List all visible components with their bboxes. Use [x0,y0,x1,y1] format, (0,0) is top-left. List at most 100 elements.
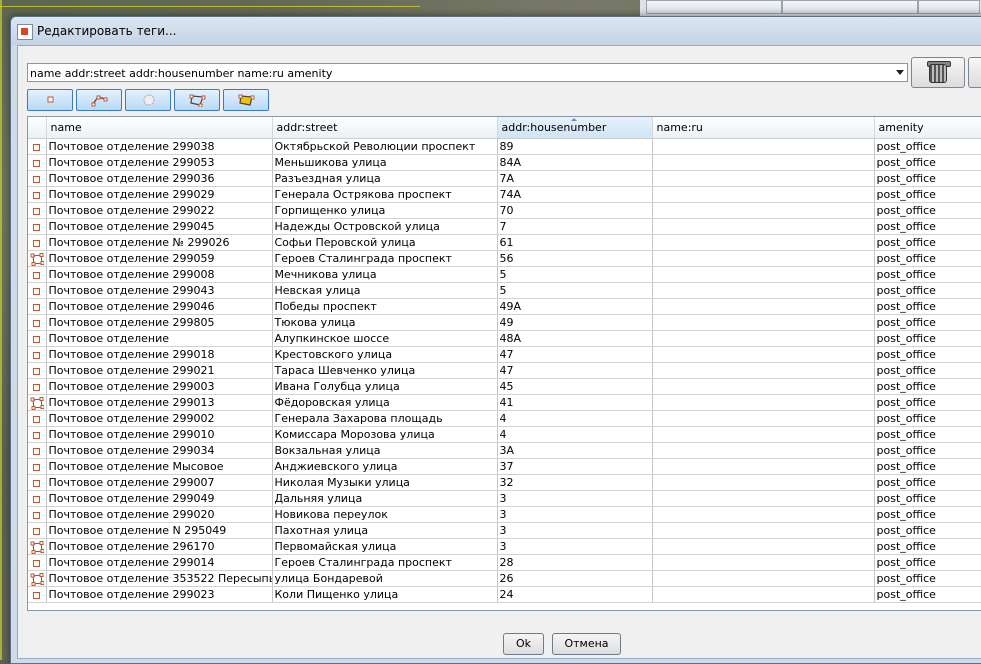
closed-way-filter-button[interactable] [174,89,220,111]
cell-amenity[interactable]: post_office [874,154,981,171]
cell-name[interactable]: Почтовое отделение 299003 [46,378,273,395]
cell-name[interactable]: Почтовое отделение 299010 [46,426,273,443]
cell-name-ru[interactable] [652,410,875,427]
cell-addr-street[interactable]: Новикова переулок [272,506,498,523]
cell-name[interactable]: Почтовое отделение Мысовое [46,458,273,475]
table-row[interactable]: Почтовое отделение 299059 Героев Сталингр… [28,250,981,267]
cell-addr-housenumber[interactable]: 3А [497,442,653,459]
column-header-name[interactable]: name [46,117,273,139]
table-row[interactable]: Почтовое отделение 299007 Николая Музыки … [28,474,981,491]
table-row[interactable]: Почтовое отделение 299023 Коли Пищенко ул… [28,586,981,603]
cell-amenity[interactable]: post_office [874,186,981,203]
cell-addr-housenumber[interactable]: 7А [497,170,653,187]
table-row[interactable]: Почтовое отделение 299020 Новикова переул… [28,506,981,523]
cell-addr-housenumber[interactable]: 84А [497,154,653,171]
cell-amenity[interactable]: post_office [874,442,981,459]
cell-amenity[interactable]: post_office [874,330,981,347]
table-row[interactable]: Почтовое отделение 299046 Победы проспект… [28,298,981,315]
column-header-amenity[interactable]: amenity [874,117,981,139]
cell-addr-housenumber[interactable]: 37 [497,458,653,475]
table-row[interactable]: Почтовое отделение 299003 Ивана Голубца у… [28,378,981,395]
cell-addr-street[interactable]: Алупкинское шоссе [272,330,498,347]
cell-addr-street[interactable]: улица Бондаревой [272,570,498,587]
tags-table[interactable]: name addr:street addr:housenumber name:r… [27,116,981,611]
table-row[interactable]: Почтовое отделение Алупкинское шоссе 48А po… [28,330,981,347]
cell-addr-street[interactable]: Победы проспект [272,298,498,315]
cell-name-ru[interactable] [652,426,875,443]
cell-name[interactable]: Почтовое отделение [46,330,273,347]
cell-addr-housenumber[interactable]: 3 [497,522,653,539]
cell-addr-housenumber[interactable]: 61 [497,234,653,251]
cell-name[interactable]: Почтовое отделение 299805 [46,314,273,331]
cell-addr-street[interactable]: Пахотная улица [272,522,498,539]
cell-name[interactable]: Почтовое отделение 299007 [46,474,273,491]
cell-name-ru[interactable] [652,298,875,315]
cell-addr-street[interactable]: Героев Сталинграда проспект [272,250,498,267]
table-row[interactable]: Почтовое отделение 299029 Генерала Остряк… [28,186,981,203]
cell-amenity[interactable]: post_office [874,346,981,363]
cell-name-ru[interactable] [652,458,875,475]
cell-amenity[interactable]: post_office [874,426,981,443]
cell-amenity[interactable]: post_office [874,362,981,379]
relation-filter-button[interactable] [125,89,171,111]
cell-addr-street[interactable]: Генерала Острякова проспект [272,186,498,203]
table-row[interactable]: Почтовое отделение 299045 Надежды Островс… [28,218,981,235]
cell-name-ru[interactable] [652,330,875,347]
cell-name-ru[interactable] [652,362,875,379]
cell-amenity[interactable]: post_office [874,298,981,315]
cell-addr-street[interactable]: Меньшикова улица [272,154,498,171]
cell-addr-housenumber[interactable]: 49 [497,314,653,331]
cancel-button[interactable]: Отмена [552,633,621,655]
table-row[interactable]: Почтовое отделение 299805 Тюкова улица 49 p… [28,314,981,331]
cell-name[interactable]: Почтовое отделение 299008 [46,266,273,283]
cell-addr-housenumber[interactable]: 48А [497,330,653,347]
table-row[interactable]: Почтовое отделение 299038 Октябрьской Рев… [28,138,981,155]
cell-amenity[interactable]: post_office [874,570,981,587]
table-row[interactable]: Почтовое отделение Мысовое Анджиевского у… [28,458,981,475]
cell-amenity[interactable]: post_office [874,266,981,283]
cell-name-ru[interactable] [652,282,875,299]
cell-name-ru[interactable] [652,138,875,155]
column-header-addr-housenumber[interactable]: addr:housenumber [497,117,653,139]
table-row[interactable]: Почтовое отделение 299010 Комиссара Мороз… [28,426,981,443]
cell-amenity[interactable]: post_office [874,282,981,299]
cell-amenity[interactable]: post_office [874,170,981,187]
table-row[interactable]: Почтовое отделение 299018 Крестовского ул… [28,346,981,363]
cell-name[interactable]: Почтовое отделение 299022 [46,202,273,219]
cell-name[interactable]: Почтовое отделение 299014 [46,554,273,571]
cell-addr-housenumber[interactable]: 70 [497,202,653,219]
cell-addr-housenumber[interactable]: 5 [497,266,653,283]
cell-name-ru[interactable] [652,154,875,171]
cell-name-ru[interactable] [652,202,875,219]
cell-name-ru[interactable] [652,234,875,251]
table-row[interactable]: Почтовое отделение 299049 Дальняя улица 3 p… [28,490,981,507]
chevron-down-icon[interactable] [896,70,904,75]
cell-name-ru[interactable] [652,522,875,539]
cell-amenity[interactable]: post_office [874,410,981,427]
cell-name[interactable]: Почтовое отделение N 295049 [46,522,273,539]
cell-amenity[interactable]: post_office [874,202,981,219]
cell-addr-housenumber[interactable]: 89 [497,138,653,155]
cell-addr-housenumber[interactable]: 45 [497,378,653,395]
cell-addr-street[interactable]: Николая Музыки улица [272,474,498,491]
cell-name[interactable]: Почтовое отделение 353522 Пересыпь [46,570,273,587]
cell-amenity[interactable]: post_office [874,250,981,267]
cell-name[interactable]: Почтовое отделение 299002 [46,410,273,427]
cell-name-ru[interactable] [652,314,875,331]
cell-name-ru[interactable] [652,554,875,571]
area-filter-button[interactable] [223,89,269,111]
cell-name[interactable]: Почтовое отделение № 299026 [46,234,273,251]
cell-addr-housenumber[interactable]: 56 [497,250,653,267]
cell-addr-housenumber[interactable]: 74А [497,186,653,203]
cell-name[interactable]: Почтовое отделение 299021 [46,362,273,379]
cell-amenity[interactable]: post_office [874,394,981,411]
cell-addr-housenumber[interactable]: 28 [497,554,653,571]
cell-addr-housenumber[interactable]: 3 [497,506,653,523]
cell-name[interactable]: Почтовое отделение 296170 [46,538,273,555]
cell-name[interactable]: Почтовое отделение 299013 [46,394,273,411]
cell-amenity[interactable]: post_office [874,138,981,155]
cell-name[interactable]: Почтовое отделение 299043 [46,282,273,299]
cell-name[interactable]: Почтовое отделение 299038 [46,138,273,155]
ok-button[interactable]: Ok [503,633,544,655]
cell-name[interactable]: Почтовое отделение 299029 [46,186,273,203]
